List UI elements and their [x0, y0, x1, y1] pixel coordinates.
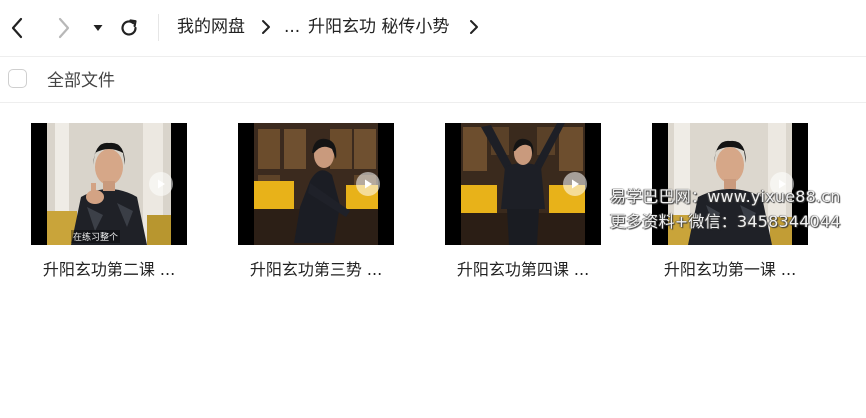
- history-dropdown-button[interactable]: [84, 14, 112, 42]
- file-name[interactable]: 升阳玄功第四课 ...: [435, 259, 611, 281]
- video-thumbnail[interactable]: [238, 123, 394, 245]
- refresh-button[interactable]: [115, 14, 143, 42]
- video-thumbnail[interactable]: 在练习整个: [31, 123, 187, 245]
- forward-button[interactable]: [50, 14, 78, 42]
- file-name[interactable]: 升阳玄功第一课 ...: [642, 259, 818, 281]
- video-caption: 在练习整个: [71, 230, 121, 243]
- caret-down-icon: [93, 25, 103, 31]
- video-thumbnail[interactable]: [445, 123, 601, 245]
- toolbar-divider: [158, 14, 159, 41]
- watermark-line: 更多资料+微信：3458344044: [610, 212, 841, 231]
- file-name[interactable]: 升阳玄功第三势 ...: [228, 259, 404, 281]
- breadcrumb-ellipsis[interactable]: ...: [284, 15, 300, 39]
- play-icon: [149, 172, 173, 196]
- breadcrumb-current[interactable]: 升阳玄功 秘传小势: [308, 15, 449, 39]
- select-all-bar: 全部文件: [0, 57, 866, 103]
- file-name[interactable]: 升阳玄功第二课 ...: [21, 259, 197, 281]
- navigation-toolbar: 我的网盘 ... 升阳玄功 秘传小势: [0, 0, 866, 57]
- play-icon: [563, 172, 587, 196]
- watermark-line: 易学巴巴网：www.yixue88.cn: [610, 187, 841, 206]
- play-icon: [356, 172, 380, 196]
- back-button[interactable]: [3, 14, 31, 42]
- breadcrumb-separator-icon: [262, 20, 270, 34]
- breadcrumb-separator-icon: [470, 20, 478, 34]
- select-all-label: 全部文件: [47, 71, 115, 91]
- refresh-icon: [121, 19, 137, 36]
- select-all-checkbox[interactable]: [8, 69, 27, 88]
- breadcrumb-root[interactable]: 我的网盘: [177, 15, 245, 39]
- chevron-left-icon: [11, 17, 23, 39]
- chevron-right-icon: [58, 17, 70, 39]
